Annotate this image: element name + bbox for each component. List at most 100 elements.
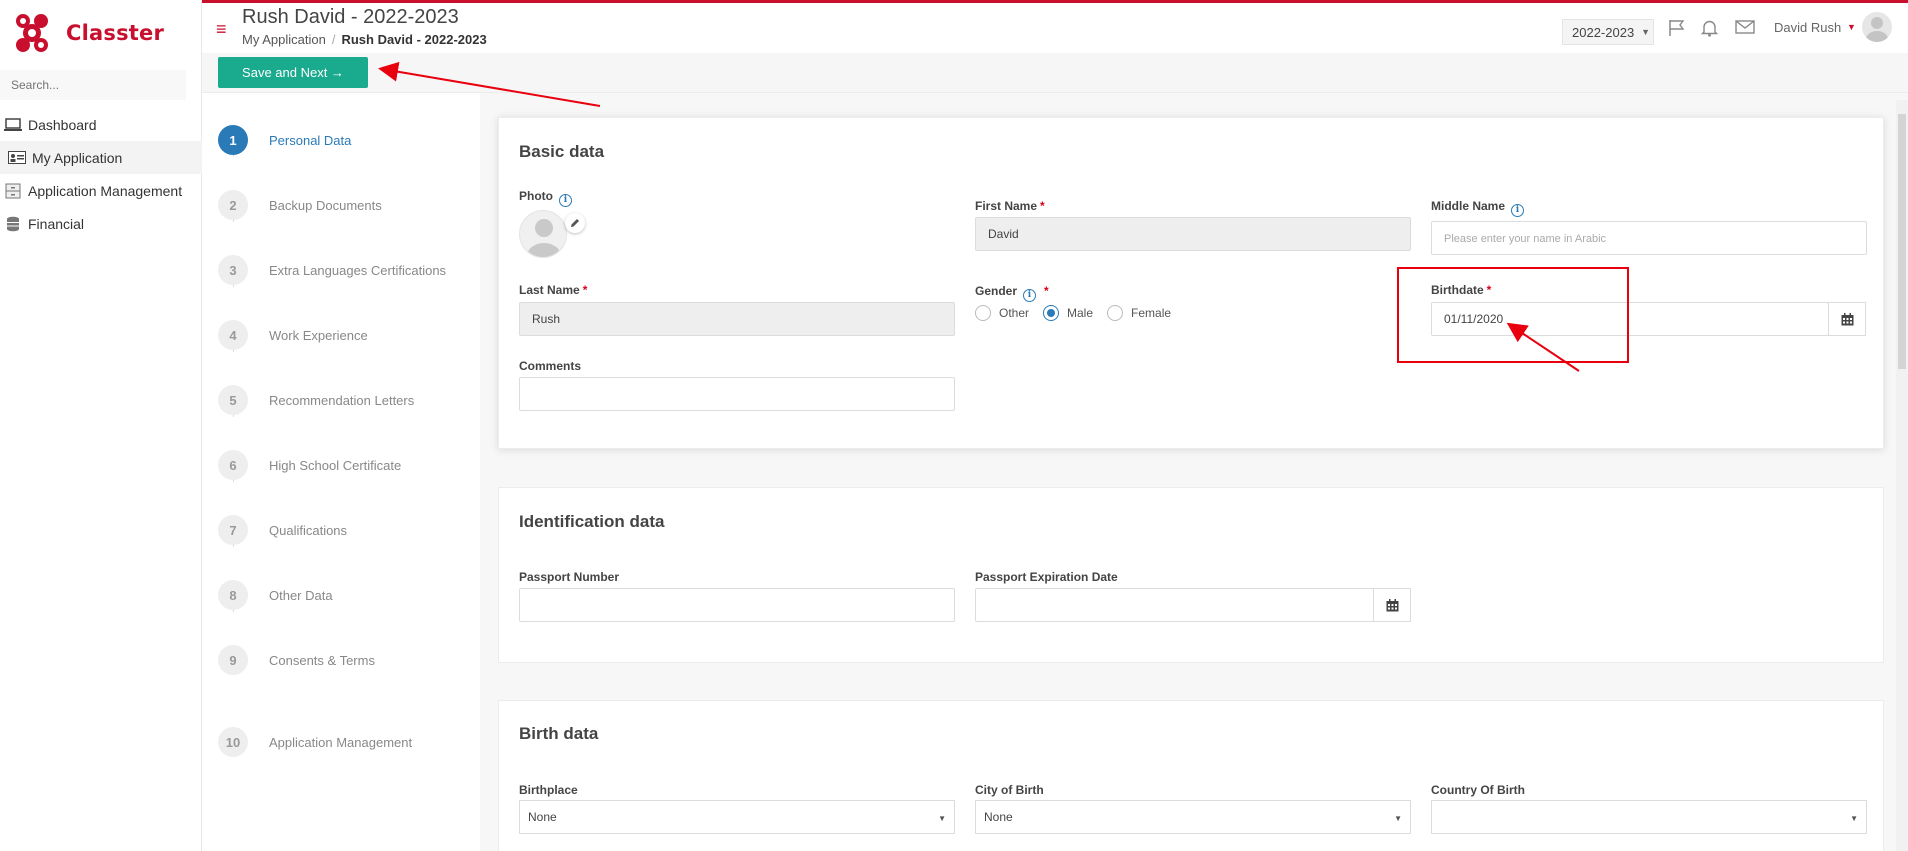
school-year-value: 2022-2023 <box>1572 24 1635 40</box>
step-high-school-certificate[interactable]: 6 High School Certificate <box>218 449 401 481</box>
last-name-input[interactable] <box>519 302 955 336</box>
photo-avatar[interactable] <box>519 210 567 258</box>
step-number: 4 <box>218 320 248 350</box>
sidebar-search-input[interactable] <box>0 70 186 100</box>
required-marker: * <box>1044 284 1049 298</box>
sidebar-item-label: My Application <box>32 149 123 166</box>
step-other-data[interactable]: 8 Other Data <box>218 579 333 611</box>
gender-option-other[interactable]: Other <box>975 305 1029 321</box>
logo[interactable]: Classter <box>12 10 164 56</box>
page-scrollbar[interactable] <box>1896 100 1908 851</box>
step-work-experience[interactable]: 4 Work Experience <box>218 319 368 351</box>
sidebar-item-my-application[interactable]: My Application <box>0 141 202 174</box>
save-and-next-button[interactable]: Save and Next → <box>218 57 368 88</box>
step-label: Consents & Terms <box>269 652 375 668</box>
required-marker: * <box>1486 283 1492 297</box>
sidebar-item-application-management[interactable]: Application Management <box>0 174 202 207</box>
user-avatar[interactable] <box>1862 12 1892 42</box>
step-label: Other Data <box>269 587 333 603</box>
middle-name-label: Middle Name i <box>1431 199 1525 217</box>
step-number: 2 <box>218 190 248 220</box>
middle-name-label-text: Middle Name <box>1431 199 1506 213</box>
passport-number-label: Passport Number <box>519 570 620 584</box>
passport-number-input[interactable] <box>519 588 955 622</box>
radio-button[interactable] <box>1107 305 1124 321</box>
scrollbar-thumb[interactable] <box>1898 114 1906 369</box>
step-backup-documents[interactable]: 2 Backup Documents <box>218 189 382 221</box>
step-qualifications[interactable]: 7 Qualifications <box>218 514 347 546</box>
middle-name-input[interactable] <box>1431 221 1867 255</box>
step-application-management[interactable]: 10 Application Management <box>218 726 412 758</box>
step-number: 5 <box>218 385 248 415</box>
step-number: 8 <box>218 580 248 610</box>
info-icon[interactable]: i <box>1023 288 1037 302</box>
step-label: Extra Languages Certifications <box>269 262 447 278</box>
sidebar-nav: Dashboard My Application Application Man… <box>0 108 202 240</box>
passport-expiration-label: Passport Expiration Date <box>975 570 1118 584</box>
radio-label: Other <box>999 306 1030 320</box>
page-title: Rush David - 2022-2023 <box>242 6 459 28</box>
classter-logo-icon <box>16 14 48 52</box>
sidebar-item-dashboard[interactable]: Dashboard <box>0 108 202 141</box>
required-marker: * <box>582 283 588 297</box>
country-of-birth-label: Country Of Birth <box>1431 783 1525 797</box>
flag-icon[interactable] <box>1668 19 1686 42</box>
sidebar-item-label: Financial <box>28 215 85 232</box>
step-recommendation-letters[interactable]: 5 Recommendation Letters <box>218 384 414 416</box>
user-menu-chevron-icon[interactable]: ▼ <box>1847 22 1856 32</box>
envelope-icon[interactable] <box>1735 19 1755 40</box>
id-card-icon <box>6 149 28 167</box>
step-consents-terms[interactable]: 9 Consents & Terms <box>218 644 375 676</box>
step-extra-languages-certifications[interactable]: 3 Extra Languages Certifications <box>218 254 446 286</box>
birthplace-value: None <box>528 810 557 824</box>
calendar-icon[interactable] <box>1828 302 1866 336</box>
radio-button[interactable] <box>1043 305 1060 321</box>
birthdate-label-text: Birthdate <box>1431 283 1484 297</box>
info-icon[interactable]: i <box>559 193 572 207</box>
comments-input[interactable] <box>519 377 955 411</box>
identification-data-title: Identification data <box>519 512 665 531</box>
photo-label: Photo i <box>519 189 572 207</box>
city-of-birth-select[interactable]: None ▼ <box>975 800 1411 834</box>
sidebar: Classter Dashboard My Application Applic… <box>0 0 202 851</box>
form-content: Basic data Photoi First Name* Middle Nam… <box>480 93 1908 851</box>
photo-label-text: Photo <box>519 189 553 203</box>
step-number: 1 <box>218 125 248 155</box>
step-label: Application Management <box>269 734 413 750</box>
chevron-down-icon: ▼ <box>1394 814 1402 823</box>
chevron-down-icon: ▼ <box>1850 814 1858 823</box>
radio-label: Male <box>1067 306 1094 320</box>
step-label: High School Certificate <box>269 457 402 473</box>
gender-option-female[interactable]: Female <box>1107 305 1171 321</box>
bell-icon[interactable] <box>1700 19 1719 42</box>
user-name[interactable]: David Rush <box>1774 20 1841 35</box>
step-number: 10 <box>218 727 248 757</box>
birthdate-input[interactable] <box>1431 302 1829 336</box>
school-year-select[interactable]: 2022-2023 ▼ <box>1562 19 1654 45</box>
step-label: Personal Data <box>269 132 352 148</box>
calendar-icon[interactable] <box>1373 588 1411 622</box>
last-name-label: Last Name * <box>519 283 587 297</box>
coins-icon <box>2 215 24 233</box>
step-label: Work Experience <box>269 327 368 343</box>
step-label: Recommendation Letters <box>269 392 415 408</box>
sidebar-item-financial[interactable]: Financial <box>0 207 202 240</box>
birthplace-select[interactable]: None ▼ <box>519 800 955 834</box>
first-name-input[interactable] <box>975 217 1411 251</box>
birthplace-label: Birthplace <box>519 783 578 797</box>
sidebar-item-label: Dashboard <box>28 116 97 133</box>
gender-option-male[interactable]: Male <box>1043 305 1093 321</box>
breadcrumb-parent-link[interactable]: My Application <box>242 32 326 47</box>
breadcrumb: My Application / Rush David - 2022-2023 <box>242 32 487 47</box>
info-icon[interactable]: i <box>1511 203 1525 217</box>
comments-label: Comments <box>519 359 582 373</box>
menu-toggle-icon[interactable]: ≡ <box>216 20 227 38</box>
country-of-birth-select[interactable]: ▼ <box>1431 800 1867 834</box>
pencil-icon[interactable] <box>565 213 585 233</box>
city-of-birth-value: None <box>984 810 1013 824</box>
brand-name: Classter <box>66 21 165 45</box>
sidebar-item-label: Application Management <box>28 182 183 199</box>
passport-expiration-input[interactable] <box>975 588 1374 622</box>
step-personal-data[interactable]: 1 Personal Data <box>218 124 351 156</box>
radio-button[interactable] <box>975 305 991 321</box>
